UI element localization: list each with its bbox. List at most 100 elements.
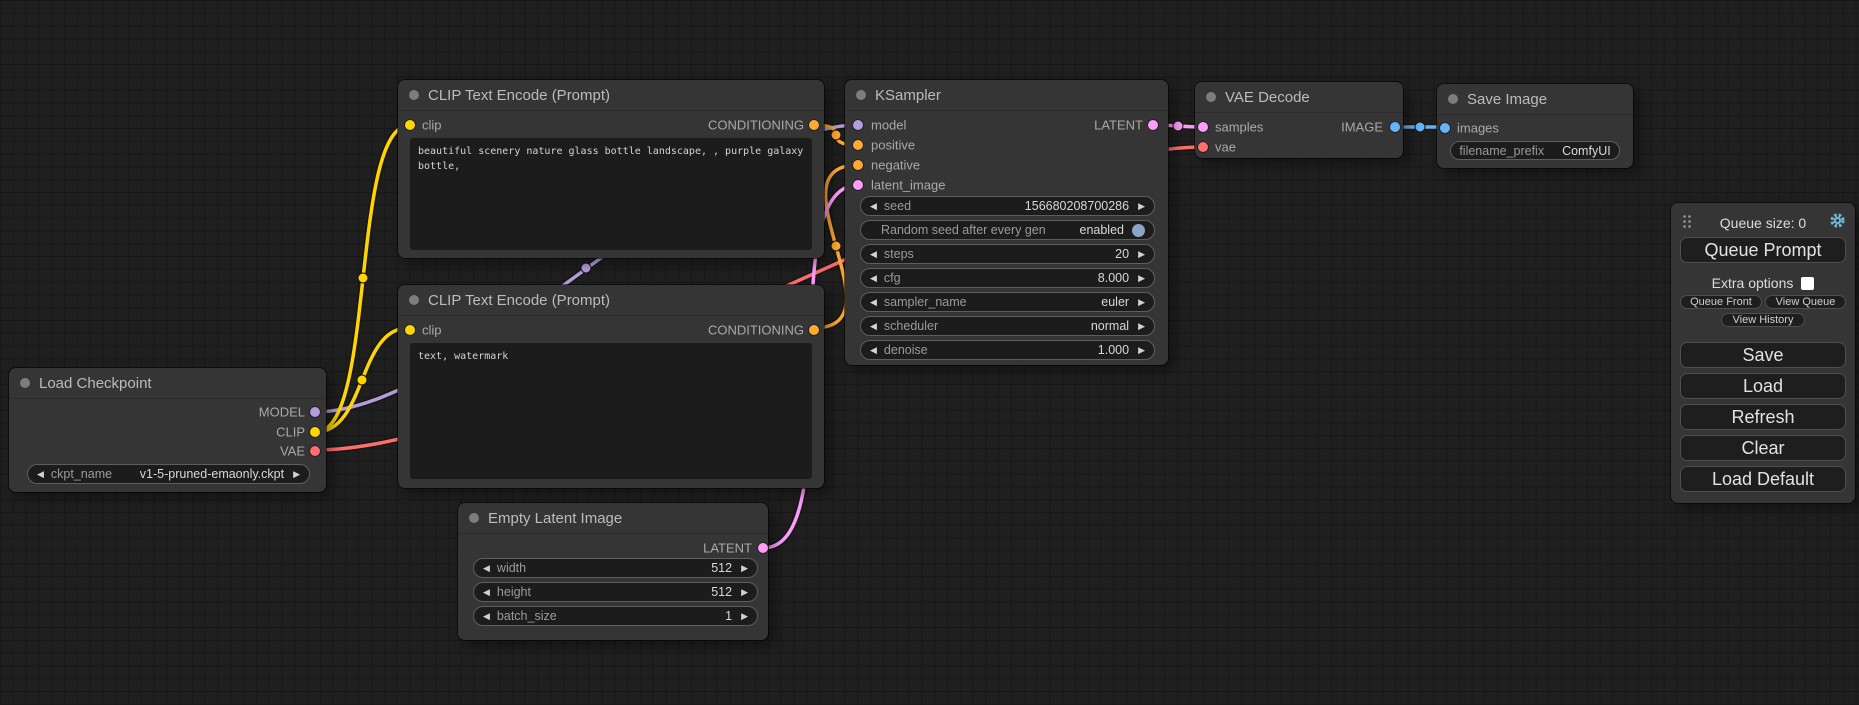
stepper-right-icon[interactable]: ▶ (1138, 322, 1145, 331)
wire-midpoint-dot-model[interactable] (581, 263, 591, 273)
stepper-right-icon[interactable]: ▶ (1138, 250, 1145, 259)
input-port-images[interactable] (1440, 123, 1450, 133)
output-port-image[interactable] (1390, 122, 1400, 132)
input-port-clip[interactable] (405, 325, 415, 335)
node-ksampler[interactable]: KSampler model positive negative latent_… (845, 80, 1168, 365)
stepper-left-icon[interactable]: ◀ (870, 250, 877, 259)
output-label-conditioning: CONDITIONING (708, 118, 804, 133)
view-history-button[interactable]: View History (1721, 313, 1805, 327)
node-title-bar[interactable]: Load Checkpoint (9, 368, 326, 399)
input-port-samples[interactable] (1198, 122, 1208, 132)
extra-options-checkbox[interactable] (1801, 277, 1814, 290)
stepper-right-icon[interactable]: ▶ (1138, 274, 1145, 283)
random-seed-toggle-widget[interactable]: Random seed after every gen enabled (860, 220, 1155, 240)
input-port-positive[interactable] (853, 140, 863, 150)
output-port-conditioning[interactable] (809, 325, 819, 335)
input-port-vae[interactable] (1198, 142, 1208, 152)
output-port-conditioning[interactable] (809, 120, 819, 130)
widget-label: scheduler (884, 319, 938, 333)
wire-midpoint-dot-clip1[interactable] (358, 273, 368, 283)
load-button[interactable]: Load (1680, 373, 1846, 399)
settings-gear-icon[interactable] (1829, 212, 1846, 229)
widget-label: seed (884, 199, 911, 213)
stepper-left-icon[interactable]: ◀ (870, 322, 877, 331)
input-port-model[interactable] (853, 120, 863, 130)
node-status-dot (1206, 92, 1216, 102)
comfyui-canvas[interactable]: { "app": "ComfyUI node graph", "glyphs":… (0, 0, 1859, 705)
steps-widget[interactable]: ◀ steps 20 ▶ (860, 244, 1155, 264)
stepper-left-icon[interactable]: ◀ (37, 470, 44, 479)
wire-midpoint-dot-latent-out[interactable] (1173, 121, 1183, 131)
view-queue-button[interactable]: View Queue (1765, 295, 1846, 309)
prompt-text-area[interactable]: text, watermark (410, 343, 812, 479)
node-title-bar[interactable]: KSampler (845, 80, 1168, 111)
output-port-latent[interactable] (1148, 120, 1158, 130)
node-title-bar[interactable]: CLIP Text Encode (Prompt) (398, 285, 824, 316)
input-port-latent-image[interactable] (853, 180, 863, 190)
wire-midpoint-dot-cond-positive[interactable] (831, 130, 841, 140)
stepper-right-icon[interactable]: ▶ (741, 612, 748, 621)
stepper-right-icon[interactable]: ▶ (741, 564, 748, 573)
queue-prompt-button[interactable]: Queue Prompt (1680, 237, 1846, 263)
node-clip-text-encode-positive[interactable]: CLIP Text Encode (Prompt) clip CONDITION… (398, 80, 824, 258)
cfg-widget[interactable]: ◀ cfg 8.000 ▶ (860, 268, 1155, 288)
node-vae-decode[interactable]: VAE Decode samples IMAGE vae (1195, 82, 1403, 158)
stepper-right-icon[interactable]: ▶ (293, 470, 300, 479)
scheduler-widget[interactable]: ◀ scheduler normal ▶ (860, 316, 1155, 336)
stepper-left-icon[interactable]: ◀ (870, 298, 877, 307)
wire-midpoint-dot-image[interactable] (1415, 122, 1425, 132)
widget-value: euler (1101, 295, 1129, 309)
node-title-bar[interactable]: Save Image (1437, 84, 1633, 115)
output-port-latent[interactable] (758, 543, 768, 553)
stepper-right-icon[interactable]: ▶ (1138, 202, 1145, 211)
refresh-button[interactable]: Refresh (1680, 404, 1846, 430)
node-save-image[interactable]: Save Image images filename_prefix ComfyU… (1437, 84, 1633, 168)
widget-label: height (497, 585, 531, 599)
height-widget[interactable]: ◀ height 512 ▶ (473, 582, 758, 602)
queue-panel[interactable]: Queue size: 0 Queue Prompt Extra options… (1671, 203, 1855, 503)
node-clip-text-encode-negative[interactable]: CLIP Text Encode (Prompt) clip CONDITION… (398, 285, 824, 488)
node-title-bar[interactable]: CLIP Text Encode (Prompt) (398, 80, 824, 111)
node-empty-latent-image[interactable]: Empty Latent Image LATENT ◀ width 512 ▶ … (458, 503, 768, 640)
output-port-model[interactable] (310, 407, 320, 417)
output-port-clip[interactable] (310, 427, 320, 437)
batch-size-widget[interactable]: ◀ batch_size 1 ▶ (473, 606, 758, 626)
widget-label: sampler_name (884, 295, 967, 309)
denoise-widget[interactable]: ◀ denoise 1.000 ▶ (860, 340, 1155, 360)
clear-button[interactable]: Clear (1680, 435, 1846, 461)
input-port-negative[interactable] (853, 160, 863, 170)
widget-label: width (497, 561, 526, 575)
extra-options-label: Extra options (1712, 275, 1794, 291)
seed-widget[interactable]: ◀ seed 156680208700286 ▶ (860, 196, 1155, 216)
queue-front-button[interactable]: Queue Front (1680, 295, 1762, 309)
stepper-left-icon[interactable]: ◀ (870, 202, 877, 211)
stepper-right-icon[interactable]: ▶ (1138, 298, 1145, 307)
prompt-text-area[interactable]: beautiful scenery nature glass bottle la… (410, 138, 812, 250)
ckpt-name-widget[interactable]: ◀ ckpt_name v1-5-pruned-emaonly.ckpt ▶ (27, 464, 310, 484)
node-title-bar[interactable]: Empty Latent Image (458, 503, 768, 534)
wire-midpoint-dot-cond-negative[interactable] (831, 241, 841, 251)
node-title-bar[interactable]: VAE Decode (1195, 82, 1403, 113)
stepper-left-icon[interactable]: ◀ (483, 564, 490, 573)
node-load-checkpoint[interactable]: Load Checkpoint MODEL CLIP VAE ◀ ckpt_na… (9, 368, 326, 492)
stepper-left-icon[interactable]: ◀ (870, 274, 877, 283)
width-widget[interactable]: ◀ width 512 ▶ (473, 558, 758, 578)
stepper-left-icon[interactable]: ◀ (483, 612, 490, 621)
wire-midpoint-dot-clip2[interactable] (357, 375, 367, 385)
widget-label: cfg (884, 271, 901, 285)
stepper-right-icon[interactable]: ▶ (1138, 346, 1145, 355)
filename-prefix-widget[interactable]: filename_prefix ComfyUI (1450, 141, 1620, 160)
input-port-clip[interactable] (405, 120, 415, 130)
output-label-latent: LATENT (703, 541, 752, 556)
toggle-dot-icon[interactable] (1132, 224, 1145, 237)
stepper-left-icon[interactable]: ◀ (483, 588, 490, 597)
stepper-right-icon[interactable]: ▶ (741, 588, 748, 597)
widget-value: 512 (711, 585, 732, 599)
save-button[interactable]: Save (1680, 342, 1846, 368)
output-label-image: IMAGE (1341, 120, 1383, 135)
sampler-name-widget[interactable]: ◀ sampler_name euler ▶ (860, 292, 1155, 312)
stepper-left-icon[interactable]: ◀ (870, 346, 877, 355)
load-default-button[interactable]: Load Default (1680, 466, 1846, 492)
output-port-vae[interactable] (310, 446, 320, 456)
widget-value: enabled (1080, 223, 1125, 237)
